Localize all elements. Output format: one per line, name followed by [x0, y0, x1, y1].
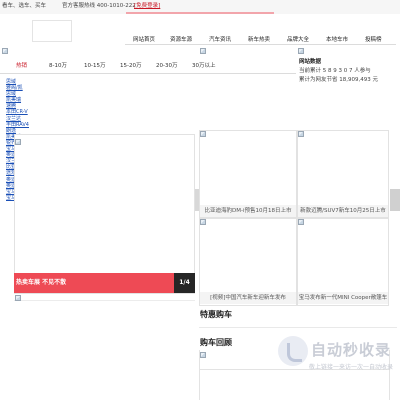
broken-image-icon	[298, 219, 304, 225]
nav-local[interactable]: 本地车市	[326, 35, 348, 43]
review-vertical-divider	[199, 350, 200, 400]
tab-20-30[interactable]: 20-30万	[156, 61, 177, 69]
top-bar: 看车、选车、买车 官方客服热线 400-1010-222 [免费登录]	[0, 0, 400, 14]
stats-savings: 累计为网友节省 18,909,493 元	[299, 77, 378, 83]
broken-image-icon	[298, 131, 304, 137]
section-review-title: 购车回顾	[200, 338, 232, 347]
lower-image-area	[14, 300, 195, 400]
broken-image-icon	[15, 295, 21, 301]
news-tile-caption[interactable]: 宝马发布新一代MINI Cooper敞篷车	[298, 292, 388, 304]
nav-news[interactable]: 汽车资讯	[209, 35, 231, 43]
nav-submit[interactable]: 投稿榜	[365, 35, 382, 43]
stats-title: 网站数据	[299, 59, 322, 65]
section-divider	[199, 327, 397, 328]
tab-hot[interactable]: 热销	[16, 61, 27, 69]
banner-slider[interactable]	[14, 134, 195, 294]
news-tile-caption[interactable]: 新款迈腾/SUV7新车10月25日上市	[298, 205, 388, 217]
banner-caption[interactable]: 热卖车展 不见不散	[14, 273, 195, 293]
tab-30-plus[interactable]: 30万以上	[192, 61, 216, 69]
service-hotline: 官方客服热线 400-1010-222	[62, 3, 136, 9]
banner-counter: 1/4	[174, 273, 195, 293]
login-link[interactable]: [免费登录]	[134, 0, 160, 12]
tab-8-10[interactable]: 8-10万	[49, 61, 67, 69]
broken-image-icon	[15, 139, 21, 145]
site-logo[interactable]	[32, 20, 72, 42]
watermark-subtitle: 敬上链接一来访一次一自动收录	[309, 364, 394, 371]
broken-image-icon	[200, 352, 206, 358]
nav-brands[interactable]: 品牌大全	[287, 35, 309, 43]
broken-image-icon	[200, 219, 206, 225]
broken-image-icon	[2, 48, 8, 54]
news-tile-caption[interactable]: [视频]中国汽车新车迎新车发布	[200, 292, 296, 304]
nav-new-cars[interactable]: 新车热卖	[248, 35, 270, 43]
site-tagline: 看车、选车、买车	[2, 3, 47, 9]
tabs-divider	[0, 73, 296, 74]
tab-15-20[interactable]: 15-20万	[120, 61, 141, 69]
tab-10-15[interactable]: 10-15万	[84, 61, 105, 69]
broken-image-icon	[200, 131, 206, 137]
watermark-title: 自动秒收录	[311, 341, 392, 359]
broken-image-icon	[298, 48, 304, 54]
stats-visits: 当前累计 5 8 9 3 0 7 人参与	[299, 68, 371, 74]
section-deals-title: 特惠购车	[200, 310, 232, 319]
nav-cars[interactable]: 资源车源	[170, 35, 192, 43]
topbar-accent-line	[126, 12, 274, 14]
broken-image-icon	[200, 48, 206, 54]
watermark-logo-icon	[278, 336, 308, 366]
news-tile-caption[interactable]: 比亚迪海豹DM-i预售10月18日上市	[200, 205, 296, 217]
nav-divider	[125, 44, 396, 45]
nav-home[interactable]: 网站首页	[133, 35, 155, 43]
slider-next-arrow[interactable]	[390, 189, 400, 211]
